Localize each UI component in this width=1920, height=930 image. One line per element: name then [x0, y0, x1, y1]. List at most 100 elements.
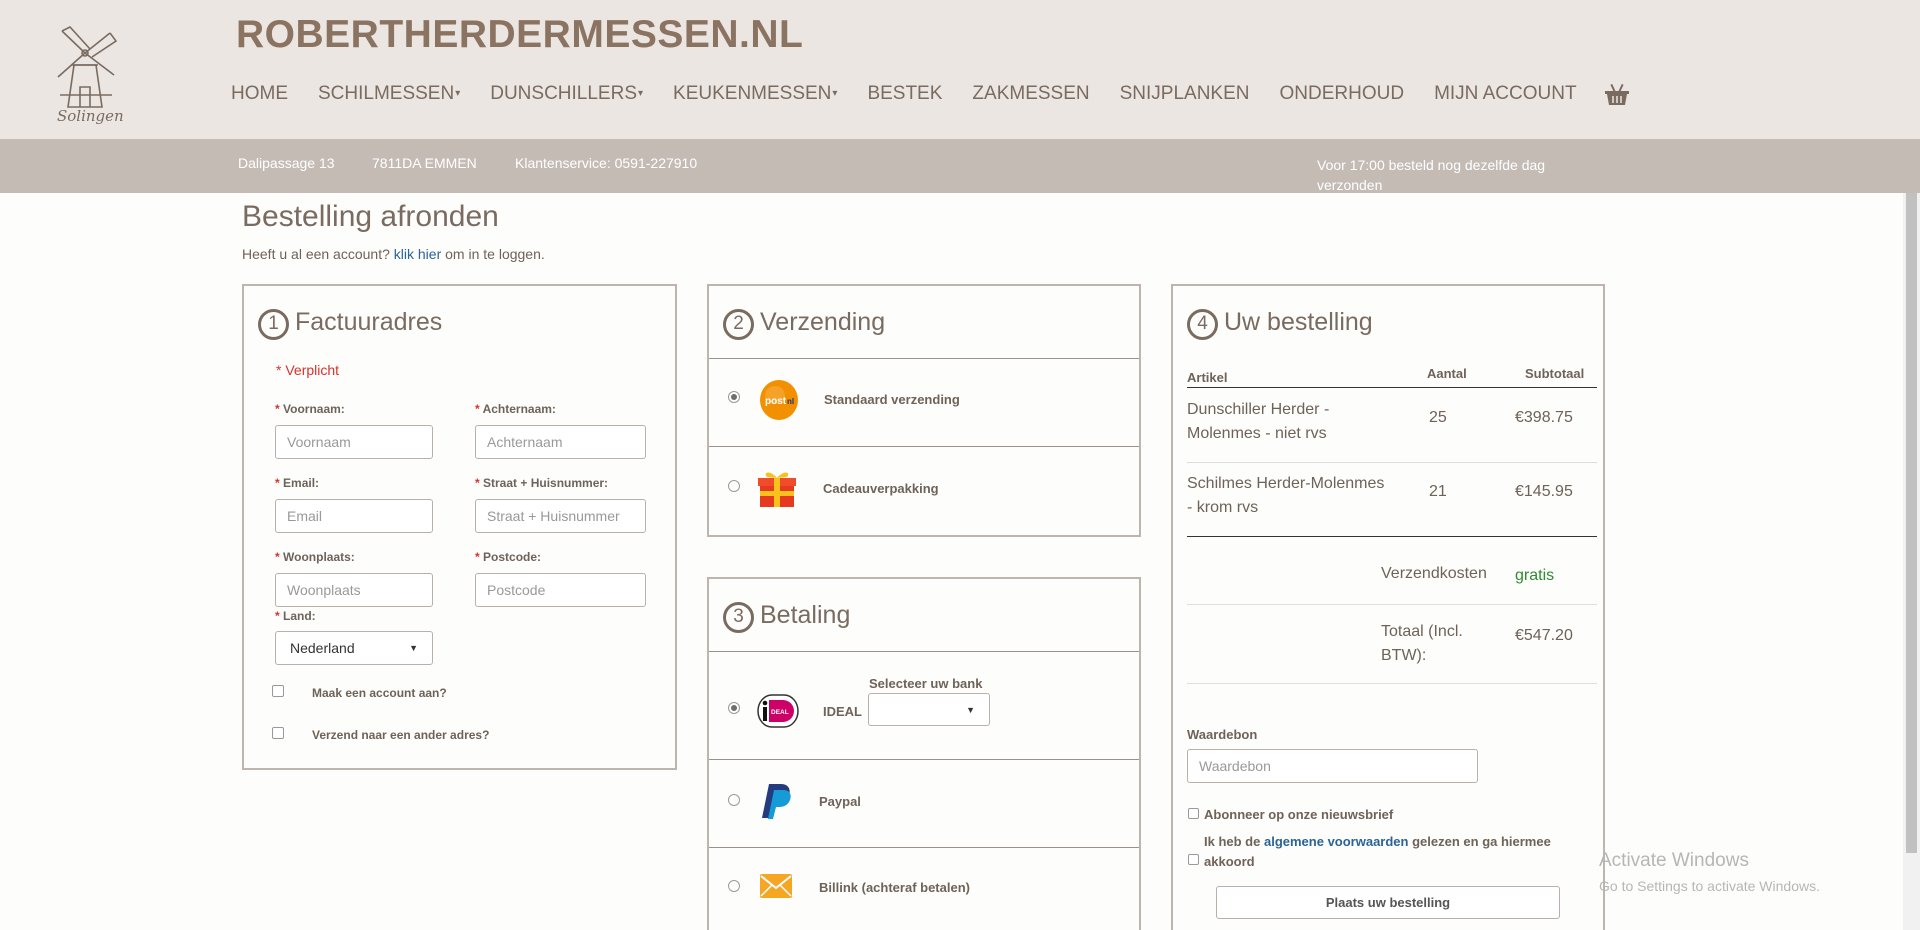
- postnl-icon: post nl: [760, 380, 798, 420]
- panel-title: Betaling: [760, 600, 851, 629]
- scrollbar-thumb[interactable]: [1906, 193, 1917, 853]
- payment-option-label: Paypal: [819, 794, 861, 809]
- caret-down-icon: ▾: [638, 88, 644, 100]
- nav-onderhoud[interactable]: ONDERHOUD: [1280, 83, 1405, 105]
- shipping-panel: 2 Verzending post nl Standaard verzendin…: [707, 284, 1141, 537]
- chevron-down-icon: ▼: [409, 643, 418, 653]
- create-account-checkbox[interactable]: [272, 685, 284, 697]
- street-input[interactable]: Straat + Huisnummer: [475, 499, 646, 533]
- postcode-input[interactable]: Postcode: [475, 573, 646, 607]
- payment-option-label: Billink (achteraf betalen): [819, 880, 970, 895]
- payment-option-paypal[interactable]: Paypal: [709, 759, 1139, 847]
- label-text: Email:: [283, 476, 320, 490]
- nav-bestek[interactable]: BESTEK: [867, 83, 942, 105]
- payment-option-label: IDEAL: [823, 704, 862, 719]
- site-title[interactable]: ROBERTHERDERMESSEN.NL: [236, 13, 803, 57]
- page-title: Bestelling afronden: [242, 200, 499, 233]
- payment-option-ideal[interactable]: DEAL IDEAL Selecteer uw bank ▼: [709, 651, 1139, 759]
- postcode-label: * Postcode:: [475, 550, 541, 564]
- email-label: * Email:: [275, 476, 319, 490]
- select-value: Nederland: [290, 640, 355, 656]
- payment-panel: 3 Betaling DEAL IDEAL Selecteer uw bank …: [707, 577, 1141, 930]
- panel-title: Verzending: [760, 307, 886, 336]
- shipping-cost-value: gratis: [1515, 567, 1555, 584]
- svg-text:DEAL: DEAL: [771, 709, 789, 716]
- ship-other-label: Verzend naar een ander adres?: [312, 728, 490, 742]
- login-link[interactable]: klik hier: [394, 246, 441, 262]
- watermark-subtitle: Go to Settings to activate Windows.: [1599, 878, 1820, 894]
- nav-snijplanken[interactable]: SNIJPLANKEN: [1120, 83, 1250, 105]
- nav-label: ZAKMESSEN: [972, 83, 1090, 104]
- logo-text: Solingen: [57, 107, 124, 125]
- voucher-input[interactable]: Waardebon: [1187, 749, 1478, 783]
- payment-option-billink[interactable]: Billink (achteraf betalen): [709, 847, 1139, 930]
- order-item-article: Schilmes Herder-Molenmes - krom rvs: [1187, 475, 1385, 516]
- store-address: Dalipassage 13: [238, 155, 335, 171]
- required-star: *: [275, 550, 280, 564]
- first-name-input[interactable]: Voornaam: [275, 425, 433, 459]
- newsletter-checkbox[interactable]: [1188, 808, 1199, 819]
- required-star: *: [475, 402, 480, 416]
- payment-radio[interactable]: [728, 880, 740, 892]
- nav-label: ONDERHOUD: [1279, 83, 1405, 104]
- email-input[interactable]: Email: [275, 499, 433, 533]
- shipping-option-standard[interactable]: post nl Standaard verzending: [709, 358, 1139, 446]
- ship-other-checkbox[interactable]: [272, 727, 284, 739]
- gift-icon: [758, 472, 796, 507]
- label-text: Land:: [283, 609, 316, 623]
- create-account-label: Maak een account aan?: [312, 686, 447, 700]
- billing-panel: 1 Factuuradres * Verplicht * Voornaam: V…: [242, 284, 677, 770]
- row-divider: [1187, 462, 1597, 463]
- street-label: * Straat + Huisnummer:: [475, 476, 608, 490]
- shipping-radio[interactable]: [728, 480, 740, 492]
- terms-link[interactable]: algemene voorwaarden: [1264, 834, 1409, 849]
- order-item-qty: 21: [1429, 483, 1447, 500]
- shipping-radio[interactable]: [728, 391, 740, 403]
- shipping-option-label: Cadeauverpakking: [823, 481, 939, 496]
- total-value: €547.20: [1515, 627, 1573, 644]
- city-label: * Woonplaats:: [275, 550, 355, 564]
- payment-radio[interactable]: [728, 794, 740, 806]
- nav-zakmessen[interactable]: ZAKMESSEN: [972, 83, 1089, 105]
- panel-title: Uw bestelling: [1224, 307, 1373, 336]
- terms-label: Ik heb de algemene voorwaarden gelezen e…: [1204, 832, 1574, 872]
- city-input[interactable]: Woonplaats: [275, 573, 433, 607]
- nav-dunschillers[interactable]: DUNSCHILLERS▾: [490, 83, 643, 105]
- main-nav: HOME SCHILMESSEN▾ DUNSCHILLERS▾ KEUKENME…: [231, 80, 1631, 108]
- nav-mijn-account[interactable]: MIJN ACCOUNT: [1434, 83, 1577, 105]
- terms-prefix: Ik heb de: [1204, 834, 1261, 849]
- bank-select-label: Selecteer uw bank: [869, 676, 983, 691]
- label-text: Achternaam:: [482, 402, 556, 416]
- terms-checkbox[interactable]: [1188, 854, 1199, 865]
- watermark-title: Activate Windows: [1599, 850, 1749, 871]
- nav-keukenmessen[interactable]: KEUKENMESSEN▾: [673, 83, 837, 105]
- site-header: Solingen ROBERTHERDERMESSEN.NL HOME SCHI…: [0, 0, 1920, 139]
- required-star: *: [475, 476, 480, 490]
- country-select[interactable]: Nederland ▼: [275, 631, 433, 665]
- basket-icon[interactable]: [1603, 80, 1631, 108]
- column-header-subtotal: Subtotaal: [1525, 366, 1585, 381]
- label-text: Voornaam:: [283, 402, 345, 416]
- nav-label: KEUKENMESSEN: [673, 83, 832, 104]
- payment-radio[interactable]: [728, 702, 740, 714]
- last-name-input[interactable]: Achternaam: [475, 425, 646, 459]
- newsletter-label: Abonneer op onze nieuwsbrief: [1204, 807, 1394, 822]
- column-header-qty: Aantal: [1427, 366, 1467, 381]
- store-postal-city: 7811DA EMMEN: [372, 155, 477, 171]
- login-suffix: om in te loggen.: [445, 246, 545, 262]
- shipping-option-gift[interactable]: Cadeauverpakking: [709, 446, 1139, 534]
- place-order-button[interactable]: Plaats uw bestelling: [1216, 886, 1560, 919]
- nav-home[interactable]: HOME: [231, 83, 288, 105]
- windmill-logo[interactable]: Solingen: [52, 25, 132, 131]
- order-item-qty: 25: [1429, 409, 1447, 426]
- paypal-icon: [762, 784, 791, 819]
- nav-label: HOME: [231, 83, 288, 104]
- page-scrollbar[interactable]: [1903, 193, 1920, 930]
- nav-schilmessen[interactable]: SCHILMESSEN▾: [318, 83, 460, 105]
- required-star: *: [275, 476, 280, 490]
- svg-text:post: post: [765, 396, 787, 407]
- bank-select[interactable]: ▼: [868, 693, 990, 726]
- step-number: 1: [258, 308, 289, 340]
- last-name-label: * Achternaam:: [475, 402, 556, 416]
- first-name-label: * Voornaam:: [275, 402, 345, 416]
